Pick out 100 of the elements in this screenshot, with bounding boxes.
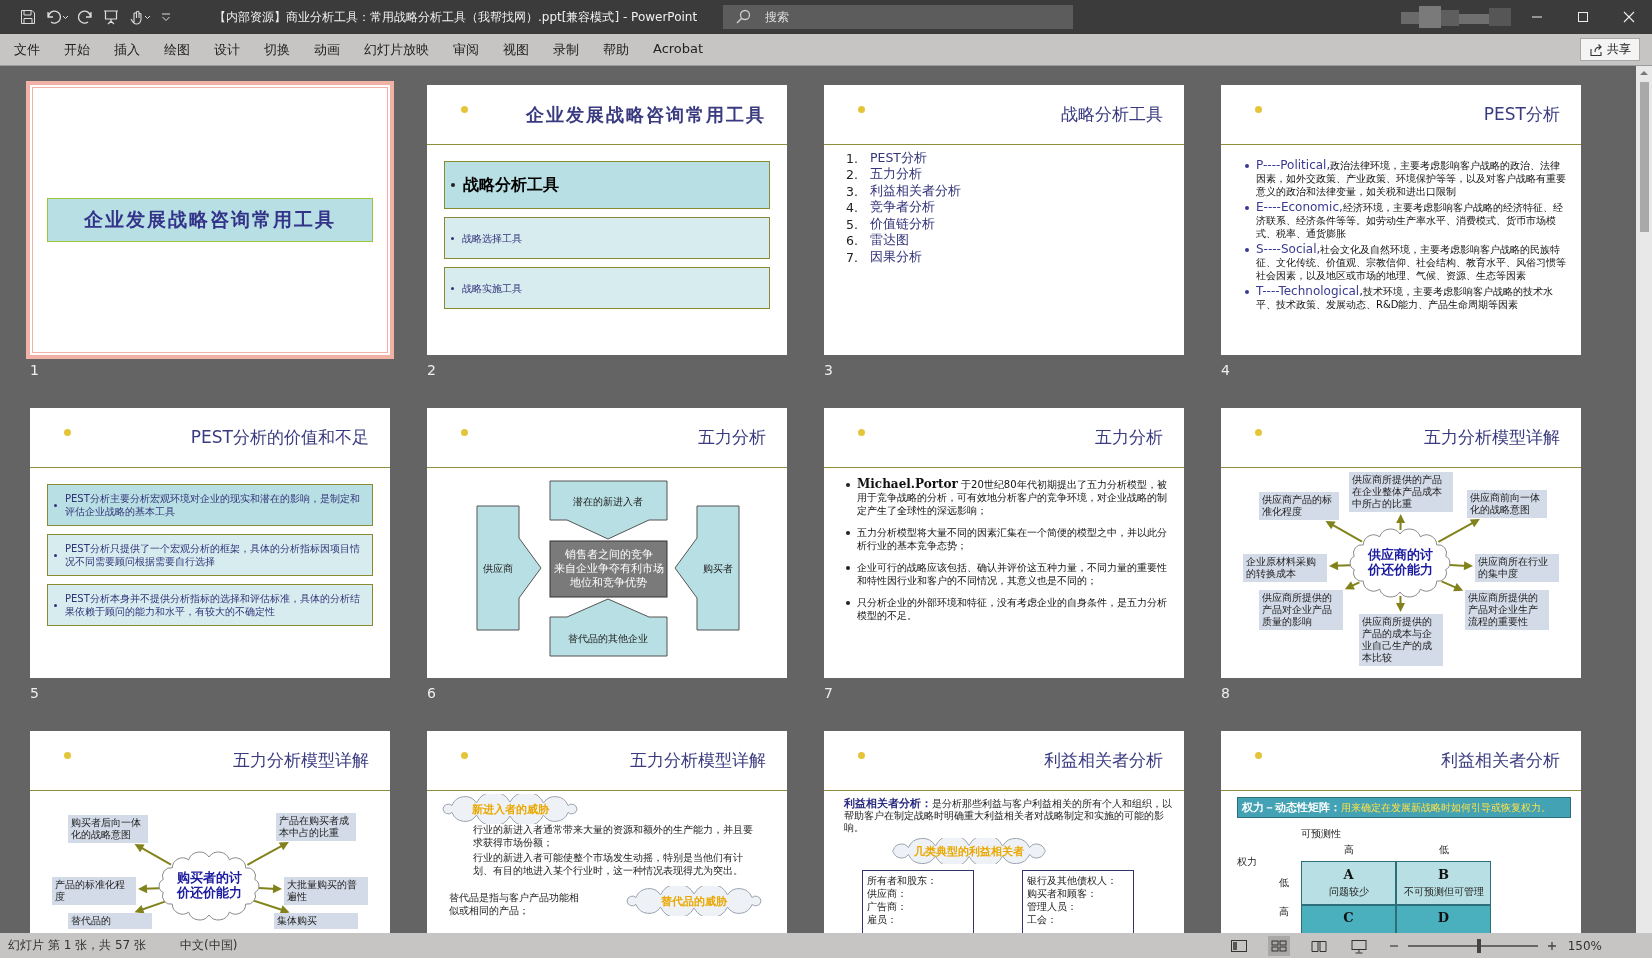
box-text: PEST分析本身并不提供分析指标的选择和评估标准，具体的分析结果依赖于顾问的能力和水平，有较大的不确定性: [65, 592, 361, 618]
slide-title: 五力分析模型详解: [233, 749, 369, 772]
box-text: PEST分析只提供了一个宏观分析的框架，具体的分析指标因项目情况不同需要顾问根据需要自行选择: [65, 542, 361, 568]
grid-view-icon[interactable]: [1267, 935, 1290, 956]
dot-icon: [461, 752, 468, 759]
slide-thumbnail[interactable]: 五力分析模型详解 供应商的讨价还价能力 供应商产品的标准化程度 供应商所提供的产品在企业整体产品成本中所占的比重 供应商前向一体化的战略意图 企业原材料采购的转换成本 供应商所在行业的集中度 供应商所提供的产品对企业产品质量的影响 供应商所提供的产品的成本与企业自己生产的成本比较 供应商所提供的产品对企业生产流程的重要性: [1221, 408, 1581, 678]
list-item-text: 雷达图: [870, 232, 909, 250]
maximize-icon[interactable]: [1577, 11, 1589, 23]
slide-thumbnail[interactable]: [824, 408, 1184, 678]
menu-tab[interactable]: 设计: [202, 40, 252, 59]
presentation-icon[interactable]: [103, 9, 119, 25]
menu-tab[interactable]: 审阅: [441, 40, 491, 59]
dot-icon: [64, 752, 71, 759]
language-label[interactable]: 中文(中国): [180, 937, 238, 954]
menu-tab[interactable]: 帮助: [591, 40, 641, 59]
cloud-label: 购买者的讨价还价能力: [175, 870, 243, 900]
cell-text: 不可预测但可管理: [1403, 885, 1484, 899]
slide-thumbnail[interactable]: 五力分析 潜在的新进入者 供应商 销售者之间的竞争 来自企业争夺有利市场 地位和竞争优势 购买者 替代品的其他企业: [427, 408, 787, 678]
arrow: [1437, 519, 1480, 543]
arrow: [252, 899, 290, 914]
slide-thumbnail[interactable]: 五力分析模型详解 购买者的讨价还价能力 购买者后向一体化的战略意图 产品在购买者成本中占的比重 产品的标准化程度 大批量购买的普遍性 替代品的 集体购买: [30, 731, 390, 933]
dot-icon: [858, 752, 865, 759]
axis-label: 低: [1279, 876, 1289, 890]
slide-number: 4: [1221, 361, 1231, 380]
cloud-label: 新进入者的威胁: [471, 801, 549, 817]
concept-box: 产品在购买者成本中占的比重: [276, 813, 356, 841]
list-item-text: 供应商：: [867, 887, 908, 900]
bullet-text: T----Technological,技术环境，主要考虑影响客户战略的技术水平、技术政策、发展动态、R&D能力、产品生命周期等因素: [1256, 285, 1554, 311]
menu-tab[interactable]: 插入: [102, 40, 152, 59]
list-number: 3.: [846, 183, 859, 199]
menu-tab[interactable]: Acrobat: [641, 40, 716, 59]
search-field[interactable]: 搜索: [723, 5, 1074, 29]
bullet-icon: [451, 286, 454, 290]
zoom-slider-thumb[interactable]: [1477, 938, 1482, 953]
list-number: 4.: [846, 200, 859, 216]
bullet-icon: [846, 531, 850, 535]
dot-icon: [858, 106, 865, 113]
axis-label: 高: [1343, 843, 1354, 857]
arrow: [1396, 595, 1405, 612]
dot-icon: [461, 106, 468, 113]
hand-icon[interactable]: [128, 9, 152, 25]
concept-box: 供应商所提供的产品的成本与企业自己生产的成本比较: [1359, 614, 1443, 666]
cell-letter: A: [1343, 867, 1354, 882]
zoom-level[interactable]: 150%: [1567, 938, 1602, 953]
concept-box: 大批量购买的普遍性: [284, 877, 368, 905]
cell-letter: C: [1343, 910, 1354, 925]
list-number: 2.: [846, 167, 859, 183]
bullet-icon: [1245, 164, 1249, 168]
menu-tab[interactable]: 切换: [252, 40, 302, 59]
slide-thumbnail[interactable]: PEST分析的价值和不足 PEST分析主要分析宏观环境对企业的现实和潜在的影响，是制定和评估企业战略的基本工具 PEST分析只提供了一个宏观分析的框架，具体的分析指标因项目情况不同需要顾问根据需要自行选择 PEST分析本身并不提供分析指标的选择和评估标准，具体的分析结果依赖于顾问的能力和水平，有较大的不确定性: [30, 408, 390, 678]
slide-thumbnail[interactable]: 利益相关者分析 利益相关者分析：是分析那些利益与客户利益相关的所有个人和组织，以帮助客户在制定战略时明确重大利益相关者对战略制定和实施的可能的影响。 几类典型的利益相关者 所有者和股东： 供应商： 广告商： 雇员： 银行及其他债权人： 购买者和顾客： 管理人员： 工会：: [824, 731, 1184, 933]
arrow: [1329, 561, 1352, 571]
undo-icon[interactable]: [45, 9, 69, 25]
bullet-icon: [846, 483, 850, 487]
scrollbar-thumb[interactable]: [1639, 82, 1649, 232]
concept-box: 集体购买: [274, 913, 358, 929]
slide-title: PEST分析: [1483, 103, 1560, 126]
axis-label: 高: [1279, 905, 1289, 919]
concept-box: 替代品的: [68, 913, 152, 929]
arrow: [138, 884, 161, 894]
arrow: [1325, 521, 1363, 543]
bullet-text: E----Economic,经济环境，主要考虑影响客户战略的经济特征、经济联系、经济条件等等。如劳动生产率水平、消费模式、货币市场模式、税率、通货膨胀: [1256, 201, 1564, 240]
force-box: 潜在的新进入者: [549, 480, 668, 540]
menu-tab[interactable]: 绘图: [152, 40, 202, 59]
list-item-text: 银行及其他债权人：: [1027, 874, 1118, 887]
menu-tab[interactable]: 文件: [2, 40, 52, 59]
menu-tab[interactable]: 录制: [541, 40, 591, 59]
redo-icon[interactable]: [78, 9, 94, 25]
bullet-icon: [1245, 248, 1249, 252]
slide-thumbnail[interactable]: 利益相关者分析 权力－动态性矩阵：用来确定在发展新战略时如何引导或恢复权力。 可预测性 高 低 权力 低 高 A 问题较少 B 不可预测但可管理 C D: [1221, 731, 1581, 933]
save-icon[interactable]: [20, 9, 36, 25]
bullet-icon: [54, 503, 57, 507]
scrollbar[interactable]: [1636, 66, 1652, 933]
concept-box: 供应商所提供的产品对企业产品质量的影响: [1259, 590, 1343, 630]
dot-icon: [858, 429, 865, 436]
list-item-text: 管理人员：: [1027, 900, 1078, 913]
list-number: 1.: [846, 150, 859, 166]
bullet-icon: [1245, 290, 1249, 294]
slide-thumbnail[interactable]: 战略分析工具 1. PEST分析 2. 五力分析 3. 利益相关者分析 4. 竞争者分析 5. 价值链分析 6. 雷达图 7. 因果分析: [824, 85, 1184, 355]
slide-number: 3: [824, 361, 834, 380]
concept-box: 购买者后向一体化的战略意图: [68, 815, 148, 843]
slide-thumbnail[interactable]: 企业发展战略咨询常用工具 战略分析工具 战略选择工具 战略实施工具: [427, 85, 787, 355]
close-icon[interactable]: [1623, 11, 1635, 23]
arrow: [1448, 561, 1473, 571]
bullet-text: Michael.Portor 于20世纪80年代初期提出了五力分析模型，被用于竞争战略的分析，可有效地分析客户的竞争环境，对企业战略的制定产生了全球性的深远影响；: [857, 478, 1168, 517]
axis-label: 可预测性: [1301, 827, 1341, 841]
share-button[interactable]: 共享: [1580, 38, 1640, 61]
menu-tab[interactable]: 开始: [52, 40, 102, 59]
list-item-text: PEST分析: [870, 149, 927, 167]
zoom-in-icon[interactable]: [1545, 939, 1558, 952]
slide-thumbnail[interactable]: 五力分析模型详解 新进入者的威胁 行业的新进入者通常带来大量的资源和额外的生产能力，并且要求获得市场份额； 行业的新进入者可能使整个市场发生动摇，特别是当他们有计划、有目的地进入某个行业时，这一种情况表现得尤为突出。 替代品是指与客户产品功能相似或相同的产品； 替代品的威胁: [427, 731, 787, 933]
menu-tab[interactable]: 幻灯片放映: [352, 40, 441, 59]
slide-number: 8: [1221, 684, 1231, 703]
menu-tab[interactable]: 视图: [491, 40, 541, 59]
slide-number: 1: [30, 361, 40, 380]
slide-thumbnail[interactable]: [1221, 85, 1581, 355]
list-number: 6.: [846, 233, 859, 249]
slide-title: PEST分析的价值和不足: [190, 426, 369, 449]
dot-icon: [1255, 752, 1262, 759]
menu-tab[interactable]: 动画: [302, 40, 352, 59]
